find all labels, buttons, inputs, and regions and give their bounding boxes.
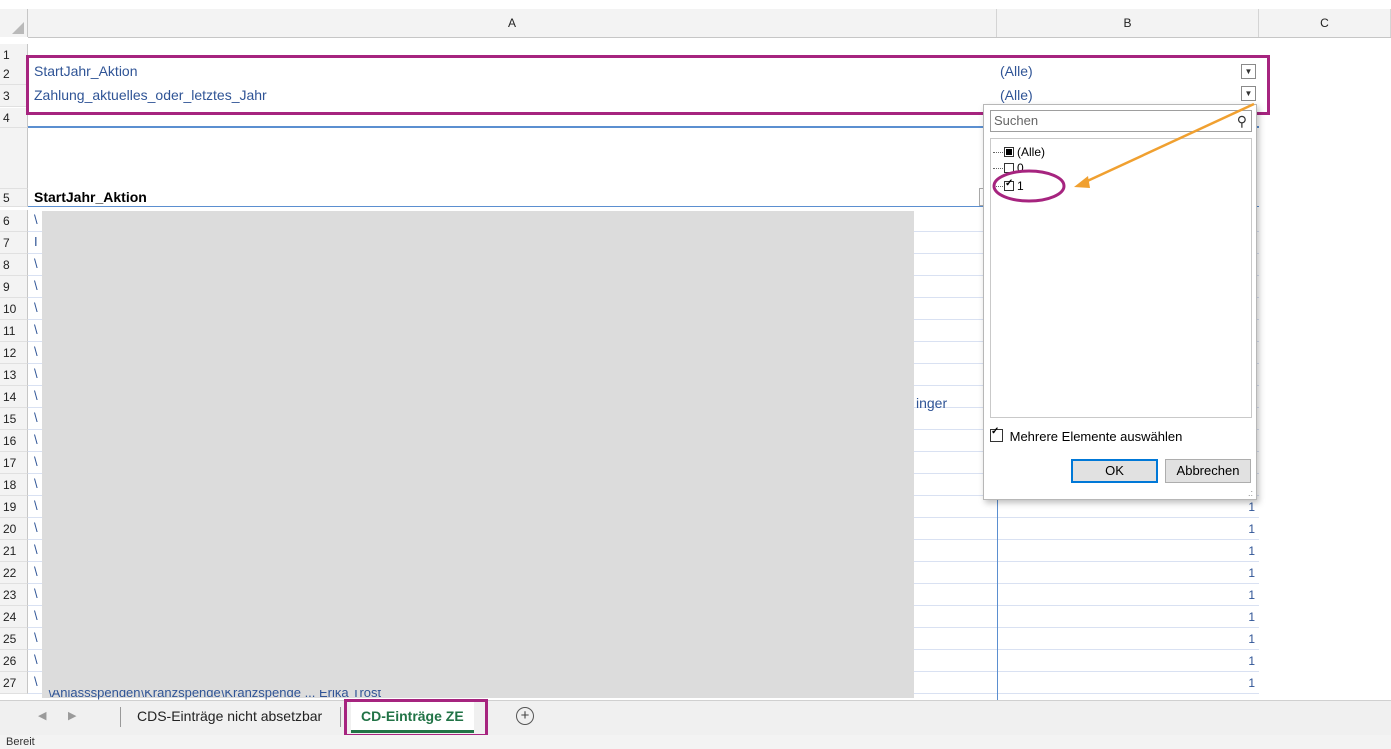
status-text: Bereit	[6, 736, 35, 748]
status-bar: Bereit	[0, 735, 1391, 749]
add-sheet-icon[interactable]: +	[516, 707, 534, 725]
annotation-arrow-line	[1082, 102, 1255, 185]
annotation-overlay	[992, 102, 1255, 203]
tab-scroll-left-icon[interactable]: ◀	[38, 709, 46, 722]
sheet-tab-bar: ◀ ▶ CDS-Einträge nicht absetzbar CD-Eint…	[0, 700, 1391, 735]
item-1-highlight-ellipse	[992, 169, 1066, 203]
active-tab-highlight	[344, 699, 488, 737]
tab-divider	[120, 707, 121, 727]
annotation-arrow-head	[1074, 176, 1090, 188]
sheet-tab-cds-eintraege[interactable]: CDS-Einträge nicht absetzbar	[137, 701, 322, 733]
tab-scroll-right-icon[interactable]: ▶	[68, 709, 76, 722]
tab-divider	[340, 707, 341, 727]
